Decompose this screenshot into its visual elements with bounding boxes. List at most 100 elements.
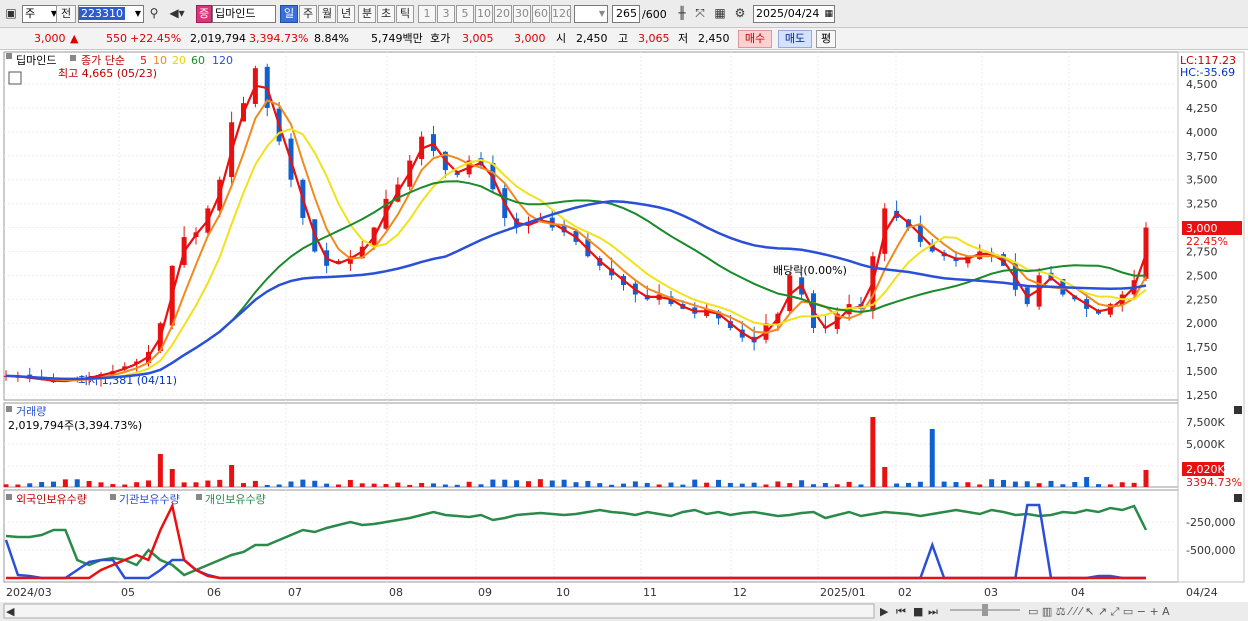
volume-bar — [134, 482, 140, 487]
interval-120[interactable]: 120 — [551, 5, 571, 23]
volume-bar — [1012, 481, 1018, 487]
volume-bar — [3, 484, 9, 487]
crosshair-icon[interactable]: ⤧ — [692, 5, 708, 23]
tab-minute[interactable]: 분 — [358, 5, 376, 23]
volume-bar — [597, 483, 603, 487]
interval-5[interactable]: 5 — [456, 5, 474, 23]
chart-scrollbar[interactable] — [3, 603, 875, 619]
volume-bar — [727, 482, 733, 487]
volume-bar — [1096, 484, 1101, 487]
volume-bar — [419, 482, 425, 487]
price-panel — [3, 51, 1179, 401]
interval-30[interactable]: 30 — [513, 5, 531, 23]
volume-bar — [537, 479, 543, 487]
legend-bullet — [196, 494, 202, 500]
search-icon[interactable]: ⚲ — [146, 5, 162, 23]
turnover-rate: 8.84% — [314, 32, 349, 45]
panel-close-icon[interactable] — [1234, 406, 1242, 414]
volume-bar — [288, 481, 294, 487]
panel-close-icon[interactable] — [1234, 494, 1242, 502]
interval-20[interactable]: 20 — [494, 5, 512, 23]
volume-bar — [656, 484, 662, 487]
stop-icon[interactable]: ■ — [913, 605, 923, 618]
market-select[interactable]: 주 ▼ — [22, 5, 60, 23]
bid-price: 3,000 — [514, 32, 546, 45]
scroll-right-icon[interactable]: ▶ — [880, 605, 889, 618]
volume-bar — [395, 482, 401, 487]
candle-style-icon[interactable]: ╫ — [674, 5, 690, 23]
legend-ma5: 5 — [140, 54, 147, 67]
interval-60[interactable]: 60 — [532, 5, 550, 23]
window-layout-icon[interactable]: ▣ — [3, 5, 19, 23]
volume-current-pct: 3394.73% — [1186, 476, 1242, 489]
date-input[interactable]: 2025/04/24 ▦ — [753, 5, 835, 23]
gear-icon[interactable]: ⚙ — [732, 5, 748, 23]
code-input[interactable]: 223310 ▼ — [78, 5, 144, 23]
volume-bar — [217, 479, 223, 487]
top-toolbar: ▣ 주 ▼ 전 223310 ▼ ⚲ ◀▾ 증 딥마인드 일 주 월 년 분 초 틱… — [0, 0, 1248, 28]
volume-bar — [383, 484, 389, 487]
volume-bar — [858, 484, 864, 487]
volume-bar — [751, 482, 757, 487]
overlay-icon[interactable]: ▦ — [712, 5, 728, 23]
date-tick-label: 2024/03 — [6, 586, 52, 599]
market-select-value: 주 — [25, 7, 36, 20]
next-page-icon[interactable]: ⏭ — [928, 605, 938, 618]
volume-bar — [15, 484, 21, 487]
tool-icons[interactable]: ▭ ▥ ⚖ ⁄ ⁄ ⁄ ↖ ↗ ⤢ ▭ − + A — [1028, 605, 1170, 618]
tab-second[interactable]: 초 — [377, 5, 395, 23]
volume-bar — [490, 479, 496, 487]
volume-panel-title: 거래량 — [16, 405, 46, 418]
volume-bar — [1048, 480, 1054, 487]
volume-bar — [39, 482, 45, 487]
tab-year[interactable]: 년 — [337, 5, 355, 23]
chevron-down-icon: ▼ — [134, 9, 141, 18]
max-price-label: 최고 4,665 (05/23) — [58, 67, 157, 80]
volume-bar — [1131, 482, 1137, 487]
zoom-slider-handle[interactable] — [982, 604, 988, 616]
date-tick-label: 06 — [207, 586, 221, 599]
volume-bar — [1107, 484, 1113, 487]
price-tick-label: 2,000 — [1186, 317, 1218, 330]
date-tick-label: 04 — [1071, 586, 1085, 599]
up-triangle-icon: ▲ — [70, 32, 79, 45]
scroll-left-icon[interactable]: ◀ — [6, 605, 15, 618]
volume-bar — [324, 483, 330, 487]
chart-canvas[interactable]: 4,5004,2504,0003,7503,5003,2503,0002,750… — [0, 50, 1248, 621]
volume-bar — [644, 482, 650, 487]
volume-tick-label: 7,500K — [1186, 416, 1225, 429]
interval-10[interactable]: 10 — [475, 5, 493, 23]
volume-bar — [252, 480, 258, 487]
hoga-label: 호가 — [430, 32, 451, 45]
tab-month[interactable]: 월 — [318, 5, 336, 23]
tab-tick[interactable]: 틱 — [396, 5, 414, 23]
volume-bar — [846, 481, 852, 487]
interval-3[interactable]: 3 — [437, 5, 455, 23]
volume-bar — [929, 429, 935, 487]
open-price: 2,450 — [576, 32, 608, 45]
first-page-icon[interactable]: ⏮ — [896, 605, 906, 618]
volume-current-tag-text: 2,020K — [1186, 463, 1225, 476]
tab-week[interactable]: 주 — [299, 5, 317, 23]
legend-ma20: 20 — [172, 54, 186, 67]
holdings-tick-label: -500,000 — [1186, 544, 1235, 557]
legend-individual: 개인보유수량 — [205, 493, 266, 506]
tab-day[interactable]: 일 — [280, 5, 298, 23]
sell-button[interactable]: 매도 — [778, 30, 812, 48]
interval-1[interactable]: 1 — [418, 5, 436, 23]
interval-custom-select[interactable]: ▼ — [574, 5, 608, 23]
volume-bar — [965, 482, 971, 487]
eval-button[interactable]: 평 — [816, 30, 836, 48]
buy-button[interactable]: 매수 — [738, 30, 772, 48]
volume-bar — [157, 454, 163, 487]
volume-bar — [894, 483, 900, 487]
current-price-tag-text: 3,000 — [1186, 222, 1218, 235]
volume-bar — [906, 482, 911, 487]
volume-bar — [371, 483, 377, 487]
count-input[interactable]: 265 — [612, 5, 640, 23]
table-toggle-icon[interactable] — [8, 71, 22, 85]
volume-bar — [431, 483, 436, 487]
sound-icon[interactable]: ◀▾ — [166, 5, 188, 23]
period-short-button[interactable]: 전 — [56, 5, 76, 23]
price-tick-label: 4,500 — [1186, 78, 1218, 91]
